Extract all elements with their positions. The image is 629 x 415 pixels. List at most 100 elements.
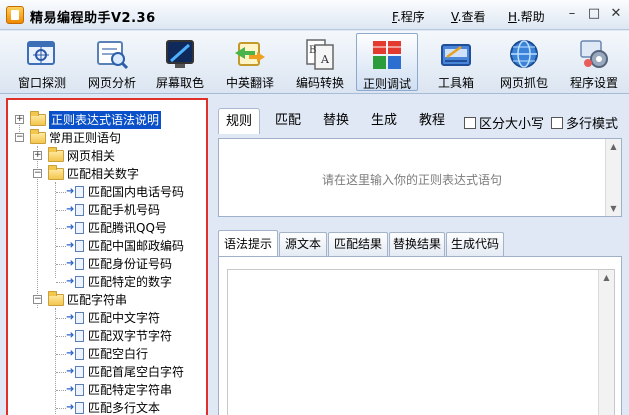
tool-encoding[interactable]: B A 编码转换 [290,33,350,91]
tool-label: 窗口探测 [17,76,66,90]
toolbar: 窗口探测 网页分析 屏幕取色 中英翻译 B A 编码转换 正则调试 工具箱 网页… [0,31,629,94]
expand-icon[interactable]: + [15,115,24,124]
tree-item-label: 匹配特定的数字 [88,275,173,289]
tab-replace[interactable]: 替换 [318,108,354,134]
collapse-icon[interactable]: − [33,169,42,178]
checkbox-box[interactable] [551,117,563,129]
tool-label: 正则调试 [362,77,411,91]
tree-item[interactable]: ➜ 匹配腾讯QQ号 [8,219,206,237]
tool-web-capture[interactable]: 网页抓包 [494,33,554,91]
web-analysis-icon [97,41,129,70]
tab-rules[interactable]: 规则 [218,108,260,134]
folder-icon [48,147,64,162]
tree-item[interactable]: ➜ 匹配特定的数字 [8,273,206,291]
tree-connector [56,318,66,319]
tree-item[interactable]: ➜ 匹配特定字符串 [8,381,206,399]
tool-web-analysis[interactable]: 网页分析 [82,33,142,91]
tool-window-probe[interactable]: 窗口探测 [12,33,72,91]
tree-item-label: 匹配相关数字 [67,167,140,181]
menu-label: .程序 [396,10,425,24]
regex-doc-icon: ➜ [66,240,84,252]
tab-replace-result[interactable]: 替换结果 [389,232,445,256]
encoding-icon: B A [306,39,334,70]
regex-doc-icon: ➜ [66,366,84,378]
svg-text:B: B [309,45,316,56]
regex-icon [373,41,401,69]
menu-view[interactable]: V.查看 [451,8,486,25]
tree-item[interactable]: + 网页相关 [8,147,206,165]
tree-item-label: 匹配多行文本 [88,401,161,415]
minimize-button[interactable]: – [562,5,582,23]
multiline-checkbox[interactable]: 多行模式 [551,113,618,132]
regex-doc-icon: ➜ [66,186,84,198]
result-scrollbar[interactable]: ▲ [598,270,614,415]
tool-color-picker[interactable]: 屏幕取色 [150,33,210,91]
close-button[interactable]: ✕ [606,5,626,23]
tab-generate-code[interactable]: 生成代码 [446,232,504,256]
tab-match-result[interactable]: 匹配结果 [328,232,388,256]
case-sensitive-checkbox[interactable]: 区分大小写 [464,113,544,132]
tab-source-text[interactable]: 源文本 [279,232,327,256]
tool-settings[interactable]: 程序设置 [564,33,624,91]
tree-item-label: 匹配中文字符 [88,311,161,325]
checkbox-label: 多行模式 [566,117,619,132]
settings-icon [580,40,608,68]
scroll-up-icon[interactable]: ▲ [606,139,621,154]
tree-item[interactable]: ➜ 匹配首尾空白字符 [8,363,206,381]
tab-syntax-hint[interactable]: 语法提示 [218,230,278,256]
tab-match[interactable]: 匹配 [270,108,306,134]
tree-item[interactable]: ➜ 匹配手机号码 [8,201,206,219]
menu-help[interactable]: H.帮助 [508,8,545,25]
regex-input-placeholder: 请在这里输入你的正则表达式语句 [321,173,502,187]
tab-tutorial[interactable]: 教程 [414,108,450,134]
collapse-icon[interactable]: − [15,133,24,142]
tool-regex[interactable]: 正则调试 [356,33,418,91]
tree-item-label: 匹配中国邮政编码 [88,239,185,253]
regex-doc-icon: ➜ [66,222,84,234]
tree-connector [56,282,66,283]
tree-item[interactable]: ➜ 匹配空白行 [8,345,206,363]
tree-connector [56,408,66,409]
tree-item[interactable]: ➜ 匹配中文字符 [8,309,206,327]
folder-open-icon [30,129,46,144]
tree-item[interactable]: ➜ 匹配身份证号码 [8,255,206,273]
menu-label: .查看 [457,10,486,24]
tool-toolbox[interactable]: 工具箱 [426,33,486,91]
checkbox-box[interactable] [464,117,476,129]
regex-input-scrollbar[interactable]: ▲ ▼ [605,139,621,216]
regex-doc-icon: ➜ [66,204,84,216]
svg-text:A: A [320,53,330,66]
menu-program[interactable]: F.程序 [392,8,425,25]
scroll-up-icon[interactable]: ▲ [599,270,614,285]
tab-generate[interactable]: 生成 [366,108,402,134]
tree-connector [56,192,66,193]
tree-item[interactable]: + 正则表达式语法说明 [8,110,206,130]
tool-label: 网页分析 [87,76,136,90]
regex-tree-panel[interactable]: + 正则表达式语法说明 − 常用正则语句 + 网页相关 − 匹配相关数字 ➜ 匹… [6,98,208,415]
toolbox-icon [441,44,471,66]
tree-item[interactable]: ➜ 匹配中国邮政编码 [8,237,206,255]
tree-item[interactable]: − 常用正则语句 [8,129,206,147]
regex-doc-icon: ➜ [66,402,84,414]
maximize-button[interactable]: □ [584,5,604,23]
menu-label: .帮助 [516,10,545,24]
expand-icon[interactable]: + [33,151,42,160]
collapse-icon[interactable]: − [33,295,42,304]
tree-item-label: 正则表达式语法说明 [47,110,163,130]
tree-item[interactable]: − 匹配字符串 [8,291,206,309]
syntax-hint-textarea[interactable]: ▲ [227,269,615,415]
tree-connector [56,390,66,391]
tree-connector [56,336,66,337]
regex-input[interactable]: 请在这里输入你的正则表达式语句 ▲ ▼ [218,138,622,217]
menu-accel: H [508,10,517,24]
tree-item[interactable]: ➜ 匹配国内电话号码 [8,183,206,201]
tool-translate[interactable]: 中英翻译 [220,33,280,91]
scroll-down-icon[interactable]: ▼ [606,201,621,216]
tree-connector [56,264,66,265]
tree-item[interactable]: ➜ 匹配双字节字符 [8,327,206,345]
tree-item[interactable]: − 匹配相关数字 [8,165,206,183]
tree-item[interactable]: ➜ 匹配多行文本 [8,399,206,415]
app-icon [6,6,24,24]
regex-doc-icon: ➜ [66,330,84,342]
app-title: 精易编程助手V2.36 [30,11,156,26]
